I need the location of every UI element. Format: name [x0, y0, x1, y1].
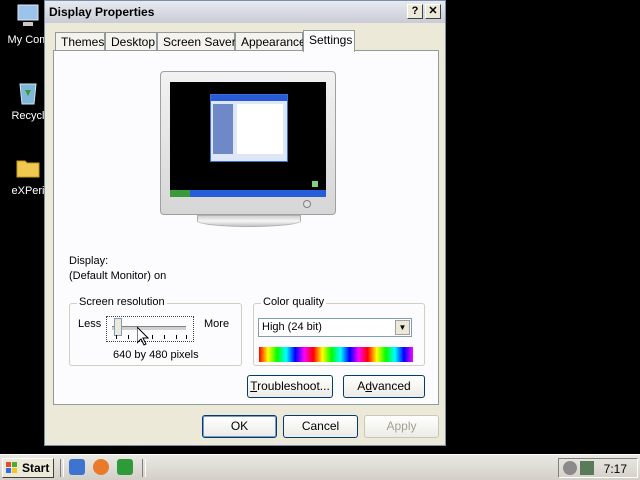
tab-appearance[interactable]: Appearance: [235, 32, 306, 51]
chevron-down-icon[interactable]: ▼: [395, 320, 410, 335]
taskbar: Start 7:17: [0, 454, 640, 480]
volume-icon[interactable]: [580, 461, 594, 475]
slider-less-label: Less: [78, 318, 102, 330]
color-quality-title: Color quality: [261, 296, 327, 308]
title-bar[interactable]: Display Properties ? ✕: [45, 1, 445, 23]
monitor-stand: [197, 215, 301, 227]
start-button[interactable]: Start: [2, 458, 54, 478]
display-properties-window: Display Properties ? ✕ Themes Desktop Sc…: [44, 0, 446, 446]
apply-button[interactable]: Apply: [364, 415, 439, 438]
resolution-value: 640 by 480 pixels: [113, 349, 199, 361]
help-button[interactable]: ?: [407, 4, 423, 19]
ok-button[interactable]: OK: [202, 415, 277, 438]
tab-screen-saver[interactable]: Screen Saver: [157, 32, 236, 51]
slider-more-label: More: [204, 318, 230, 330]
slider-ticks: [116, 335, 188, 339]
screen-resolution-title: Screen resolution: [77, 296, 167, 308]
screen-resolution-group: Screen resolution Less More 640 by 480 p…: [69, 296, 242, 366]
cancel-button[interactable]: Cancel: [283, 415, 358, 438]
monitor-power-button: [303, 200, 311, 208]
network-icon[interactable]: [563, 461, 577, 475]
slider-track: [112, 326, 186, 331]
recycle-bin-icon: [14, 78, 42, 106]
display-label: Display:: [69, 255, 109, 267]
display-value: (Default Monitor) on: [69, 270, 167, 282]
show-desktop-icon[interactable]: [69, 459, 85, 475]
window-title: Display Properties: [49, 5, 155, 19]
browser-icon[interactable]: [93, 459, 109, 475]
preview-taskbar: [170, 190, 326, 197]
slider-thumb[interactable]: [114, 318, 122, 336]
troubleshoot-button[interactable]: Troubleshoot...: [247, 375, 333, 398]
folder-icon: [14, 153, 42, 181]
mouse-pointer-icon: [136, 325, 150, 349]
preview-window: [210, 94, 288, 162]
settings-panel: Display: (Default Monitor) on Screen res…: [53, 50, 439, 405]
color-quality-value: High (24 bit): [262, 321, 322, 333]
color-spectrum-bar: [259, 347, 413, 362]
color-quality-group: Color quality High (24 bit) ▼: [253, 296, 425, 366]
clock[interactable]: 7:17: [604, 462, 627, 476]
monitor-preview: [160, 71, 336, 227]
taskbar-separator: [142, 459, 146, 477]
advanced-button[interactable]: Advanced: [343, 375, 425, 398]
close-button[interactable]: ✕: [425, 4, 441, 19]
tab-themes[interactable]: Themes: [55, 32, 105, 51]
color-quality-dropdown[interactable]: High (24 bit) ▼: [258, 318, 412, 337]
tab-settings[interactable]: Settings: [303, 30, 355, 52]
computer-icon: [14, 2, 42, 30]
tab-desktop[interactable]: Desktop: [105, 32, 157, 51]
start-label: Start: [22, 461, 50, 475]
switch-windows-icon[interactable]: [117, 459, 133, 475]
windows-flag-icon: [6, 462, 18, 474]
taskbar-separator: [60, 459, 64, 477]
system-tray: 7:17: [558, 458, 638, 478]
monitor-screen: [170, 82, 326, 197]
preview-desktop-icon: [312, 181, 318, 187]
